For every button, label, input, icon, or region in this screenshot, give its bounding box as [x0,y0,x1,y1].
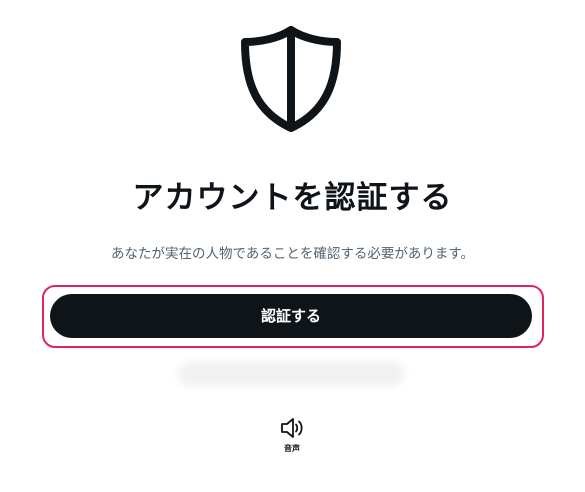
page-description: あなたが実在の人物であることを確認する必要があります。 [110,246,474,262]
blurred-placeholder [178,362,404,386]
page-title: アカウントを認証する [132,180,453,216]
audio-challenge-button[interactable]: 音声 [266,416,318,460]
shield-icon [241,26,341,132]
verify-button[interactable]: 認証する [50,294,532,338]
audio-label: 音声 [284,444,300,453]
verification-page: アカウントを認証する あなたが実在の人物であることを確認する必要があります。 認… [0,0,585,492]
speaker-icon [281,418,303,438]
